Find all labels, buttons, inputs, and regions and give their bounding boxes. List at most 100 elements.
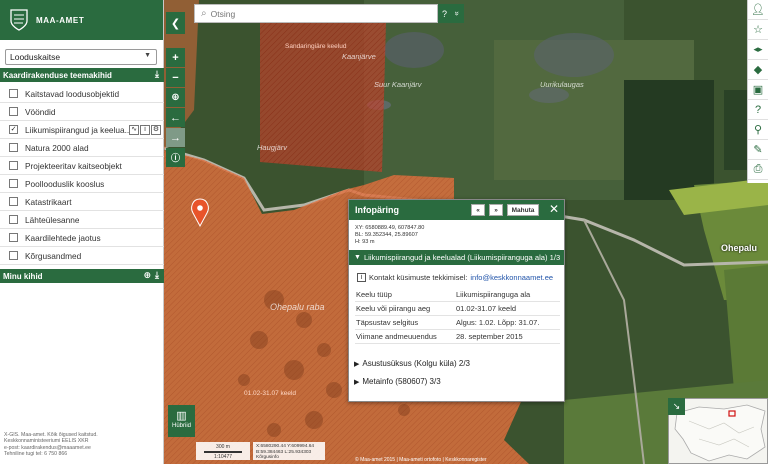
info-prev-button[interactable]: «	[471, 204, 485, 216]
theme-layer-label: Katastrikaart	[25, 196, 72, 207]
info-key: Keelu või piirangu aeg	[355, 301, 455, 316]
theme-layer-item[interactable]: ✓ Liikumispiirangud ja keelua... ∿ i ⚙	[0, 121, 164, 139]
settings-icon[interactable]: ⚙	[151, 125, 161, 135]
checkbox[interactable]	[9, 197, 18, 206]
theme-layer-item[interactable]: Lähteülesanne	[0, 211, 164, 229]
sidebar-footer: X-GIS. Maa-amet. Kõik õigused kaitstud. …	[4, 432, 160, 457]
info-value: Algus: 1.02. Lõpp: 31.07.	[455, 315, 560, 330]
collapse-sidebar-button[interactable]: ❮	[166, 12, 185, 34]
checkbox[interactable]	[9, 179, 18, 188]
checkbox[interactable]	[9, 251, 18, 260]
info-popup: Infopäring « » Mahuta ✕ XY: 6580889.49, …	[348, 199, 565, 402]
zoom-in-button[interactable]: +	[166, 48, 185, 67]
comment-alert-icon: ▣	[752, 84, 764, 96]
back-button[interactable]: ←	[166, 108, 185, 127]
map-controls: ❮ + − ⊕ ← → ⓘ	[164, 0, 187, 464]
download-icon[interactable]: ⤓	[155, 69, 159, 80]
info-coords: XY: 6580889.49, 607847.80 BL: 59.352344,…	[349, 220, 564, 246]
checkbox[interactable]	[9, 107, 18, 116]
theme-layer-label: Liikumispiirangud ja keelua...	[25, 124, 132, 135]
compare-button[interactable]: ◂▸	[748, 40, 768, 60]
zoom-out-button[interactable]: −	[166, 68, 185, 87]
theme-layer-label: Kaardilehtede jaotus	[25, 232, 101, 243]
checkbox[interactable]	[9, 89, 18, 98]
theme-layer-item[interactable]: Projekteeritav kaitseobjekt	[0, 157, 164, 175]
checkbox[interactable]	[9, 215, 18, 224]
user-button[interactable]: 👤︎	[748, 0, 768, 20]
checkbox-checked[interactable]: ✓	[9, 125, 18, 134]
contact-email-link[interactable]: info@keskkonnaamet.ee	[470, 273, 553, 282]
search-input[interactable]	[210, 8, 411, 19]
question-icon: ?	[754, 103, 762, 116]
theme-layer-item[interactable]: Kaitstavad loodusobjektid	[0, 85, 164, 103]
info-icon: i	[357, 273, 366, 282]
place-marker-button[interactable]: ⚲	[748, 120, 768, 140]
theme-layer-item[interactable]: Vööndid	[0, 103, 164, 121]
hybrid-layer-button[interactable]: ▥ Hübriid	[168, 405, 195, 437]
scale-bar: 300 m 1:10477	[196, 442, 250, 460]
info-section-metainfo[interactable]: ▶ Metainfo (580607) 3/3	[349, 374, 564, 389]
zone-label-orange: 01.02-31.07 keeld	[244, 390, 297, 397]
legend-icon[interactable]: ∿	[129, 125, 139, 135]
info-section-settlement[interactable]: ▶ Asustusüksus (Kolgu küla) 2/3	[349, 356, 564, 371]
place-label-uurikulaugas: Uurikulaugas	[540, 80, 584, 89]
split-arrows-icon: ◂▸	[753, 44, 763, 54]
table-row: Viimane andmeuuendus 28. september 2015	[355, 329, 560, 344]
contact-text: Kontakt küsimuste tekkimisel:	[369, 273, 468, 282]
feedback-button[interactable]: ▣	[748, 80, 768, 100]
logo-bar: MAA-AMET	[0, 0, 163, 40]
layer-select[interactable]: Looduskaitse ▼	[5, 49, 157, 65]
checkbox[interactable]	[9, 161, 18, 170]
close-icon[interactable]: ✕	[549, 202, 559, 216]
table-row: Keelu või piirangu aeg 01.02-31.07 keeld	[355, 301, 560, 316]
checkbox[interactable]	[9, 233, 18, 242]
search-icon: ⌕	[201, 8, 207, 19]
info-key: Viimane andmeuuendus	[355, 329, 455, 344]
info-section-restrictions[interactable]: ▼ Liikumispiirangud ja keelualad (Liikum…	[349, 250, 564, 265]
search-help-button[interactable]: ?	[438, 4, 451, 23]
info-fit-button[interactable]: Mahuta	[507, 204, 539, 216]
info-value: Liikumispiiranguga ala	[455, 288, 560, 302]
info-popup-header: Infopäring « » Mahuta ✕	[349, 200, 564, 220]
theme-layer-item[interactable]: Kaardilehtede jaotus	[0, 229, 164, 247]
arrow-diagonal-icon: ↘	[672, 401, 681, 411]
theme-layer-item[interactable]: Poollooduslik kooslus	[0, 175, 164, 193]
favorites-button[interactable]: ☆	[748, 20, 768, 40]
info-next-button[interactable]: »	[489, 204, 503, 216]
add-layer-icon[interactable]: ⊕	[143, 270, 151, 281]
info-icon[interactable]: i	[140, 125, 150, 135]
help-button[interactable]: ?	[748, 100, 768, 120]
triangle-right-icon: ▶	[354, 378, 360, 386]
place-label-suur-kaanjarv: Suur Kaanjärv	[374, 80, 422, 89]
eraser-button[interactable]: ◆	[748, 60, 768, 80]
theme-layer-label: Kaitstavad loodusobjektid	[25, 88, 120, 99]
theme-layer-item[interactable]: Kõrgusandmed	[0, 247, 164, 265]
crosshair-icon: ⊕	[171, 92, 180, 103]
print-button[interactable]: ⎙	[748, 160, 768, 180]
hybrid-label: Hübriid	[171, 423, 191, 429]
info-coord-h: H: 93 m	[355, 239, 375, 245]
info-button[interactable]: ⓘ	[166, 148, 185, 167]
checkbox[interactable]	[9, 143, 18, 152]
search-expand-button[interactable]: »	[451, 4, 464, 23]
chevron-down-icon: ▼	[144, 52, 151, 59]
download-icon[interactable]: ⤓	[155, 270, 159, 281]
place-label-haugjarv: Haugjärv	[257, 143, 288, 152]
measure-button[interactable]: ✎	[748, 140, 768, 160]
triangle-right-icon: ▶	[354, 360, 360, 368]
map-layers-icon: ▥	[176, 410, 187, 422]
info-popup-title: Infopäring	[355, 205, 399, 215]
user-icon: 👤︎	[751, 4, 765, 16]
info-coord-xy: XY: 6580889.49, 607847.80	[355, 225, 425, 231]
theme-layer-item[interactable]: Natura 2000 alad	[0, 139, 164, 157]
theme-layer-item[interactable]: Katastrikaart	[0, 193, 164, 211]
theme-layer-label: Natura 2000 alad	[25, 142, 89, 153]
locate-button[interactable]: ⊕	[166, 88, 185, 107]
overview-toggle-button[interactable]: ↘	[668, 398, 685, 415]
footer-line: Tehniline tugi tel: 6 750 866	[4, 450, 68, 457]
theme-layer-label: Lähteülesanne	[25, 214, 80, 225]
forward-button[interactable]: →	[166, 128, 185, 147]
info-value: 28. september 2015	[455, 329, 560, 344]
layer-row-tools: ∿ i ⚙	[129, 125, 161, 135]
search-box: ⌕	[194, 4, 438, 23]
